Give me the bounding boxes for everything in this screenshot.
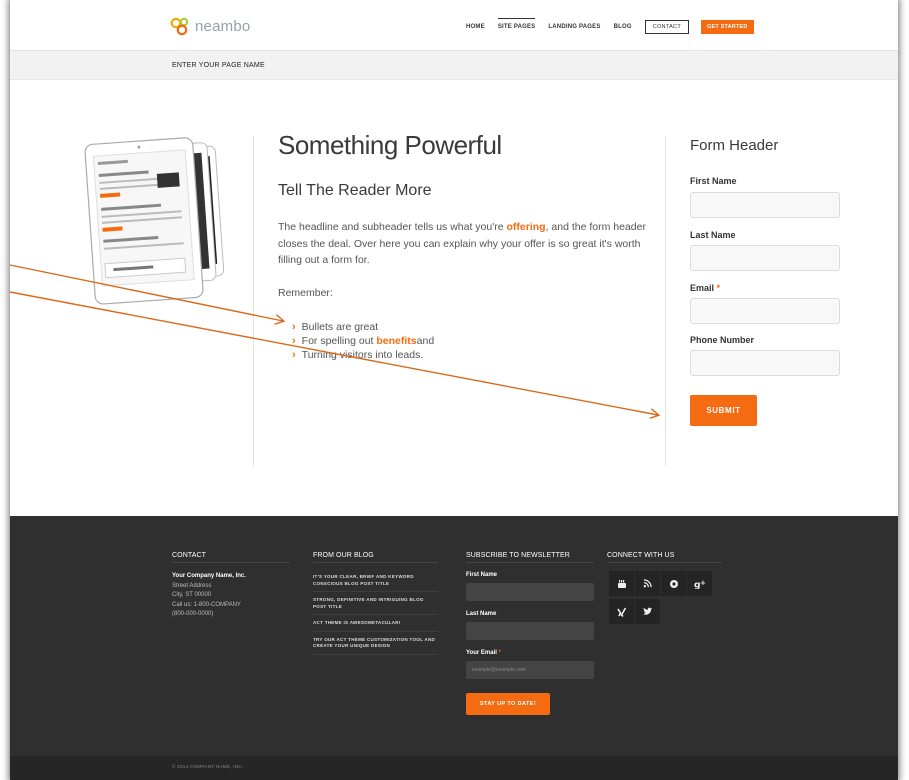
required-marker: * bbox=[716, 283, 721, 293]
blog-post-link[interactable]: ACT THEME IS AWESOMETACULAR! bbox=[313, 618, 438, 632]
tablet-illustration bbox=[84, 137, 225, 305]
newsletter-email-label-row: Your Email * bbox=[466, 650, 501, 656]
site-header: neambo HOME SITE PAGES LANDING PAGES BLO… bbox=[10, 0, 898, 50]
xing-icon[interactable] bbox=[609, 599, 634, 624]
city-state-zip: City, ST 00000 bbox=[172, 592, 212, 598]
bullet-text: and bbox=[416, 335, 435, 347]
email-placeholder: example@example.com bbox=[472, 667, 526, 673]
email-label-row: Email * bbox=[690, 283, 720, 293]
chevron-right-icon: › bbox=[292, 335, 296, 347]
remember-label: Remember: bbox=[278, 287, 333, 299]
blog-post-list: IT'S YOUR CLEAR, BRIEF AND KEYWORD CONSC… bbox=[313, 572, 438, 658]
divider-right bbox=[665, 136, 666, 466]
company-name: Your Company Name, Inc. bbox=[172, 573, 246, 579]
call-us: Call us: 1-800-COMPANY bbox=[172, 601, 241, 608]
divider bbox=[607, 562, 722, 563]
bullet-list: › Bullets are great › For spelling out ben… bbox=[292, 320, 434, 362]
body-paragraph: The headline and subheader tells us what… bbox=[278, 219, 648, 269]
bullet-text: Turning visitors into leads. bbox=[301, 349, 424, 361]
logo-text: neambo bbox=[195, 17, 251, 35]
blog-post-link[interactable]: STRONG, DEFINITIVE AND INTRIGUING BLOG P… bbox=[313, 595, 438, 615]
bullet-text: Bullets are great bbox=[301, 321, 379, 333]
nav-site-pages[interactable]: SITE PAGES bbox=[497, 18, 536, 30]
footer-bottom-bar: © 2014 COMPANY NAME, INC. bbox=[10, 756, 898, 780]
footer-newsletter-heading: SUBSCRIBE TO NEWSLETTER bbox=[466, 552, 570, 559]
contact-details: Your Company Name, Inc. Street Address C… bbox=[172, 572, 246, 620]
first-name-field[interactable] bbox=[690, 192, 840, 218]
get-started-button[interactable]: GET STARTED bbox=[700, 20, 754, 34]
email-label: Email bbox=[690, 283, 715, 293]
newsletter-first-name-label: First Name bbox=[466, 572, 498, 578]
form-header: Form Header bbox=[690, 137, 779, 154]
submit-button[interactable]: SUBMIT bbox=[690, 395, 757, 426]
google-plus-icon[interactable]: g + bbox=[687, 571, 712, 596]
newsletter-email-label: Your Email bbox=[466, 650, 497, 656]
newsletter-first-name-field[interactable] bbox=[466, 583, 594, 601]
divider bbox=[172, 562, 290, 563]
body-text-part: The headline and subheader tells us what… bbox=[278, 221, 507, 233]
youtube-icon[interactable] bbox=[609, 571, 634, 596]
stay-up-to-date-button[interactable]: STAY UP TO DATE! bbox=[466, 693, 550, 715]
chevron-right-icon: › bbox=[292, 321, 296, 333]
blog-post-link[interactable]: TRY OUR ACT THEME CUSTOMIZATION TOOL AND… bbox=[313, 635, 438, 655]
divider bbox=[466, 562, 594, 563]
site-footer: CONTACT Your Company Name, Inc. Street A… bbox=[10, 516, 898, 756]
highlight-benefits: benefits bbox=[376, 335, 417, 347]
nav-landing-pages[interactable]: LANDING PAGES bbox=[548, 24, 600, 30]
nav-contact-button[interactable]: CONTACT bbox=[644, 20, 689, 34]
email-field[interactable] bbox=[690, 298, 840, 324]
first-name-label: First Name bbox=[690, 176, 737, 186]
rss-icon[interactable] bbox=[635, 571, 660, 596]
blog-post-link[interactable]: IT'S YOUR CLEAR, BRIEF AND KEYWORD CONSC… bbox=[313, 572, 438, 592]
page-title: ENTER YOUR PAGE NAME bbox=[172, 62, 265, 69]
footer-blog-heading: FROM OUR BLOG bbox=[313, 552, 374, 559]
list-item: › Turning visitors into leads. bbox=[292, 348, 434, 362]
main-nav: HOME SITE PAGES LANDING PAGES BLOG CONTA… bbox=[466, 18, 754, 34]
divider-left bbox=[253, 136, 254, 466]
subheadline: Tell The Reader More bbox=[278, 182, 432, 199]
logo[interactable]: neambo bbox=[170, 16, 250, 36]
bullet-text: For spelling out bbox=[301, 335, 374, 347]
headline: Something Powerful bbox=[278, 130, 502, 160]
footer-connect-heading: CONNECT WITH US bbox=[607, 552, 675, 559]
highlight-offering: offering bbox=[506, 221, 546, 233]
copyright-text: © 2014 COMPANY NAME, INC. bbox=[172, 764, 244, 769]
footer-contact-heading: CONTACT bbox=[172, 552, 207, 559]
page-frame: neambo HOME SITE PAGES LANDING PAGES BLO… bbox=[10, 0, 898, 780]
newsletter-email-field[interactable]: example@example.com bbox=[466, 661, 594, 679]
pinterest-icon[interactable] bbox=[661, 571, 686, 596]
svg-text:+: + bbox=[700, 579, 706, 587]
phone-field[interactable] bbox=[690, 350, 840, 376]
list-item: › Bullets are great bbox=[292, 320, 434, 334]
chevron-right-icon: › bbox=[292, 349, 296, 361]
twitter-icon[interactable] bbox=[635, 599, 660, 624]
last-name-field[interactable] bbox=[690, 245, 840, 271]
phone-number: (800-000-0000) bbox=[172, 611, 214, 617]
logo-rings-icon bbox=[170, 17, 189, 36]
nav-home[interactable]: HOME bbox=[466, 24, 485, 30]
newsletter-last-name-label: Last Name bbox=[466, 611, 497, 617]
list-item: › For spelling out benefits and bbox=[292, 334, 434, 348]
phone-label: Phone Number bbox=[690, 335, 755, 345]
required-marker: * bbox=[498, 650, 501, 656]
page-title-bar: ENTER YOUR PAGE NAME bbox=[10, 50, 898, 80]
newsletter-last-name-field[interactable] bbox=[466, 622, 594, 640]
street-address: Street Address bbox=[172, 582, 212, 589]
divider bbox=[313, 562, 438, 563]
nav-blog[interactable]: BLOG bbox=[614, 24, 632, 30]
last-name-label: Last Name bbox=[690, 230, 736, 240]
